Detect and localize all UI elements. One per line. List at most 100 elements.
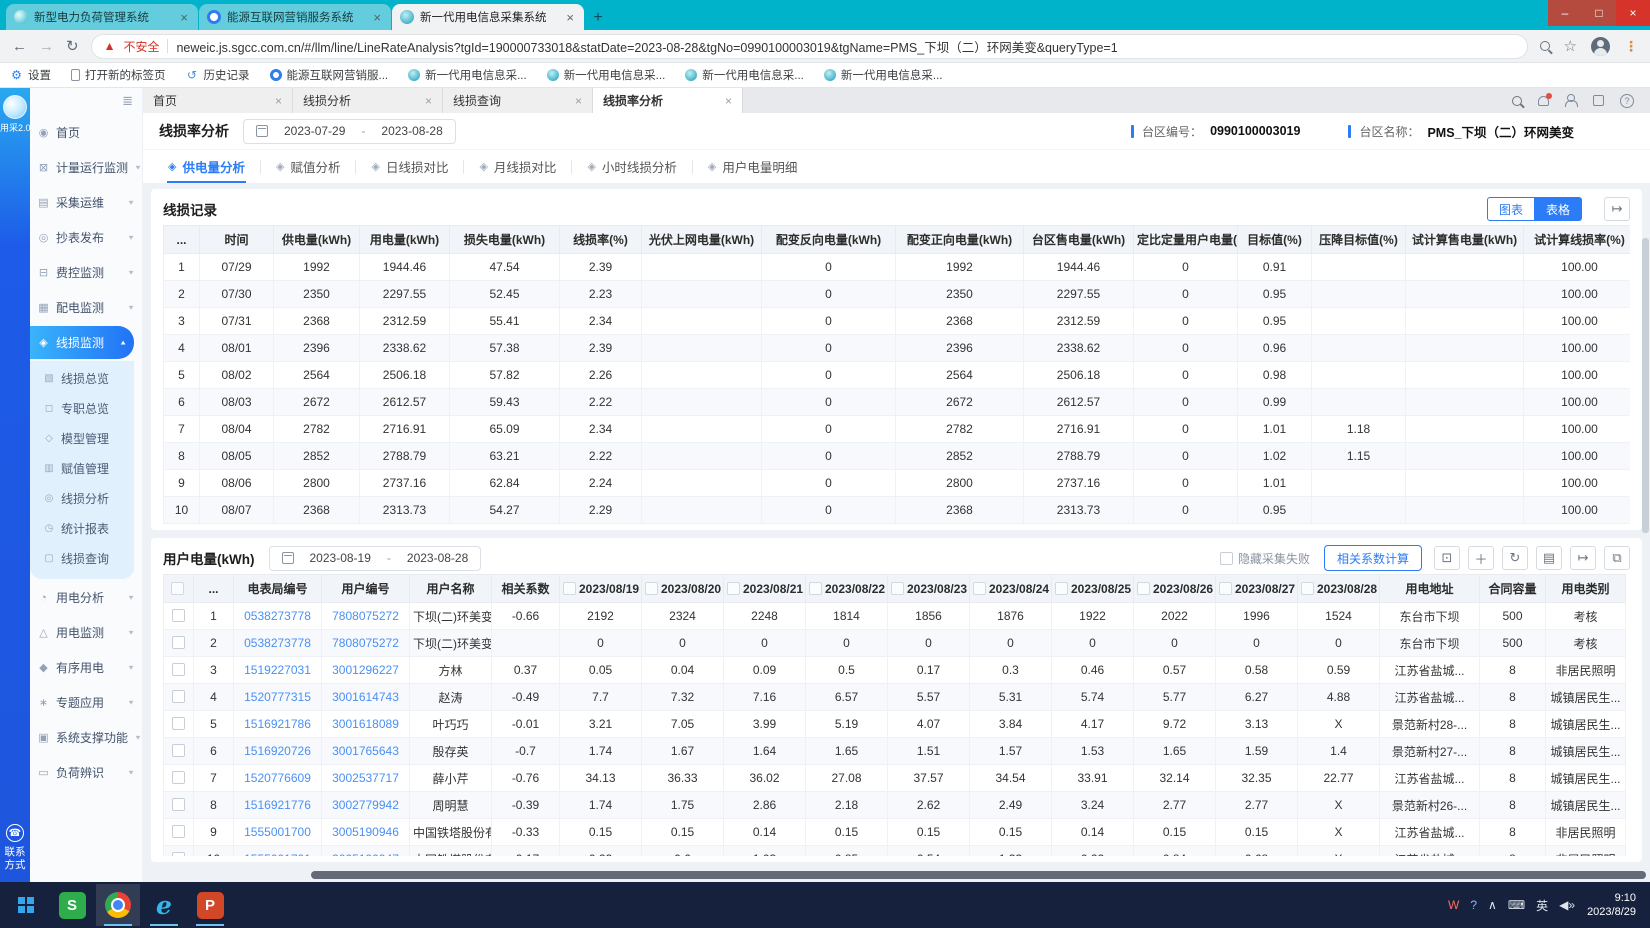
date-range-picker[interactable]: 2023-07-29 - 2023-08-28 bbox=[243, 119, 456, 144]
tab-close-icon[interactable]: × bbox=[178, 10, 190, 25]
row-checkbox[interactable] bbox=[172, 798, 185, 811]
user-no-link[interactable]: 3001296227 bbox=[322, 657, 410, 684]
notification-bell-icon[interactable] bbox=[1538, 96, 1549, 106]
tab-close-icon[interactable]: × bbox=[575, 94, 582, 108]
bookmark-item[interactable]: 新一代用电信息采... bbox=[408, 67, 527, 83]
subtab-小时线损分析[interactable]: ◈小时线损分析 bbox=[572, 150, 691, 183]
page-tab-线损查询[interactable]: 线损查询× bbox=[443, 88, 593, 113]
tab-close-icon[interactable]: × bbox=[425, 94, 432, 108]
date-end[interactable]: 2023-08-28 bbox=[381, 124, 442, 138]
date-checkbox[interactable] bbox=[727, 582, 740, 595]
wps-app-icon[interactable]: S bbox=[50, 884, 94, 926]
user-no-link[interactable]: 7808075272 bbox=[322, 603, 410, 630]
ppt-app-icon[interactable]: P bbox=[188, 884, 232, 926]
date-checkbox[interactable] bbox=[1137, 582, 1150, 595]
chart-toggle-button[interactable]: 图表 bbox=[1487, 197, 1535, 221]
browser-tab[interactable]: 新型电力负荷管理系统× bbox=[6, 4, 198, 30]
wps-tray-icon[interactable]: W bbox=[1448, 898, 1459, 912]
sidebar-subitem-线损查询[interactable]: ▢线损查询 bbox=[30, 543, 134, 573]
sidebar-subitem-模型管理[interactable]: ◇模型管理 bbox=[30, 423, 134, 453]
meter-no-link[interactable]: 1516921786 bbox=[234, 711, 322, 738]
select-all-checkbox[interactable] bbox=[171, 582, 184, 595]
user-no-link[interactable]: 3001765643 bbox=[322, 738, 410, 765]
sidebar-item-有序用电[interactable]: ◆有序用电▼ bbox=[30, 651, 142, 684]
page-tab-首页[interactable]: 首页× bbox=[143, 88, 293, 113]
url-box[interactable]: ▲ 不安全 neweic.js.sgcc.com.cn/#/llm/line/L… bbox=[91, 34, 1528, 59]
user-no-link[interactable]: 3002779942 bbox=[322, 792, 410, 819]
reload-icon[interactable]: ↻ bbox=[66, 37, 79, 55]
export-icon[interactable]: ↦ bbox=[1570, 546, 1596, 570]
start-button[interactable] bbox=[4, 884, 48, 926]
ie-app-icon[interactable]: e bbox=[142, 884, 186, 926]
date-checkbox[interactable] bbox=[1055, 582, 1068, 595]
correlation-calc-button[interactable]: 相关系数计算 bbox=[1324, 545, 1422, 571]
tab-close-icon[interactable]: × bbox=[725, 94, 732, 108]
user-no-link[interactable]: 3001618089 bbox=[322, 711, 410, 738]
meter-no-link[interactable]: 0538273778 bbox=[234, 603, 322, 630]
ime-icon[interactable]: 英 bbox=[1536, 897, 1548, 914]
volume-icon[interactable]: ◀» bbox=[1559, 898, 1575, 912]
back-icon[interactable]: ← bbox=[12, 38, 27, 55]
page-tab-线损率分析[interactable]: 线损率分析× bbox=[593, 88, 743, 113]
date-checkbox[interactable] bbox=[563, 582, 576, 595]
table-toggle-button[interactable]: 表格 bbox=[1535, 197, 1582, 221]
vertical-scrollbar[interactable] bbox=[1642, 238, 1649, 533]
tray-expand-icon[interactable]: ∧ bbox=[1488, 898, 1497, 912]
sidebar-item-用电监测[interactable]: △用电监测▼ bbox=[30, 616, 142, 649]
row-checkbox[interactable] bbox=[172, 771, 185, 784]
minimize-button[interactable]: – bbox=[1548, 0, 1582, 26]
user-no-link[interactable]: 3001614743 bbox=[322, 684, 410, 711]
tab-close-icon[interactable]: × bbox=[275, 94, 282, 108]
meter-no-link[interactable]: 0538273778 bbox=[234, 630, 322, 657]
sidebar-item-配电监测[interactable]: ▦配电监测▼ bbox=[30, 291, 142, 324]
sidebar-item-系统支撑功能[interactable]: ▣系统支撑功能▼ bbox=[30, 721, 142, 754]
browser-tab[interactable]: 能源互联网营销服务系统× bbox=[199, 4, 391, 30]
help-icon[interactable]: ? bbox=[1620, 94, 1634, 108]
date-checkbox[interactable] bbox=[1301, 582, 1314, 595]
hide-failed-option[interactable]: 隐藏采集失败 bbox=[1220, 550, 1310, 567]
subtab-赋值分析[interactable]: ◈赋值分析 bbox=[261, 150, 355, 183]
sidebar-item-专题应用[interactable]: ∗专题应用▼ bbox=[30, 686, 142, 719]
meter-no-link[interactable]: 1519227031 bbox=[234, 657, 322, 684]
keyboard-icon[interactable]: ⌨ bbox=[1508, 898, 1525, 912]
row-checkbox[interactable] bbox=[172, 852, 185, 856]
sidebar-collapse-icon[interactable]: ≣ bbox=[122, 93, 133, 109]
subtab-供电量分析[interactable]: ◈供电量分析 bbox=[153, 150, 260, 183]
row-checkbox[interactable] bbox=[172, 609, 185, 622]
sidebar-item-采集运维[interactable]: ▤采集运维▼ bbox=[30, 186, 142, 219]
meter-no-link[interactable]: 1520776609 bbox=[234, 765, 322, 792]
app-fullscreen-icon[interactable] bbox=[1593, 95, 1604, 106]
sidebar-item-用电分析[interactable]: ◔用电分析▼ bbox=[30, 581, 142, 614]
chrome-app-icon[interactable] bbox=[96, 884, 140, 926]
sidebar-item-负荷辨识[interactable]: ▭负荷辨识▼ bbox=[30, 756, 142, 789]
date-checkbox[interactable] bbox=[645, 582, 658, 595]
sidebar-item-线损监测[interactable]: ◈线损监测▲ bbox=[30, 326, 134, 359]
fullscreen-icon[interactable]: ⧉ bbox=[1604, 546, 1630, 570]
date-checkbox[interactable] bbox=[1219, 582, 1232, 595]
refresh-icon[interactable]: ↻ bbox=[1502, 546, 1528, 570]
search-icon[interactable] bbox=[1540, 41, 1550, 51]
maximize-button[interactable]: □ bbox=[1582, 0, 1616, 26]
profile-avatar[interactable] bbox=[1591, 37, 1610, 56]
date-checkbox[interactable] bbox=[973, 582, 986, 595]
bookmark-item[interactable]: ↺历史记录 bbox=[186, 67, 250, 83]
app-search-icon[interactable] bbox=[1512, 96, 1522, 106]
bookmark-item[interactable]: 打开新的标签页 bbox=[71, 67, 166, 83]
bookmark-item[interactable]: 新一代用电信息采... bbox=[547, 67, 666, 83]
taskbar-clock[interactable]: 9:10 2023/8/29 bbox=[1583, 891, 1646, 919]
meter-no-link[interactable]: 1555001700 bbox=[234, 819, 322, 846]
sidebar-subitem-线损总览[interactable]: ▧线损总览 bbox=[30, 363, 134, 393]
column-settings-icon[interactable]: ⊡ bbox=[1434, 546, 1460, 570]
page-tab-线损分析[interactable]: 线损分析× bbox=[293, 88, 443, 113]
row-checkbox[interactable] bbox=[172, 744, 185, 757]
sidebar-subitem-专职总览[interactable]: ◻专职总览 bbox=[30, 393, 134, 423]
meter-no-link[interactable]: 1516921776 bbox=[234, 792, 322, 819]
subtab-月线损对比[interactable]: ◈月线损对比 bbox=[464, 150, 571, 183]
security-warning-label[interactable]: 不安全 bbox=[123, 38, 159, 55]
user-no-link[interactable]: 3005190946 bbox=[322, 819, 410, 846]
close-button[interactable]: × bbox=[1616, 0, 1650, 26]
date-checkbox[interactable] bbox=[809, 582, 822, 595]
browser-menu-icon[interactable]: ⋮ bbox=[1624, 38, 1638, 55]
row-checkbox[interactable] bbox=[172, 825, 185, 838]
bookmark-item[interactable]: 新一代用电信息采... bbox=[685, 67, 804, 83]
